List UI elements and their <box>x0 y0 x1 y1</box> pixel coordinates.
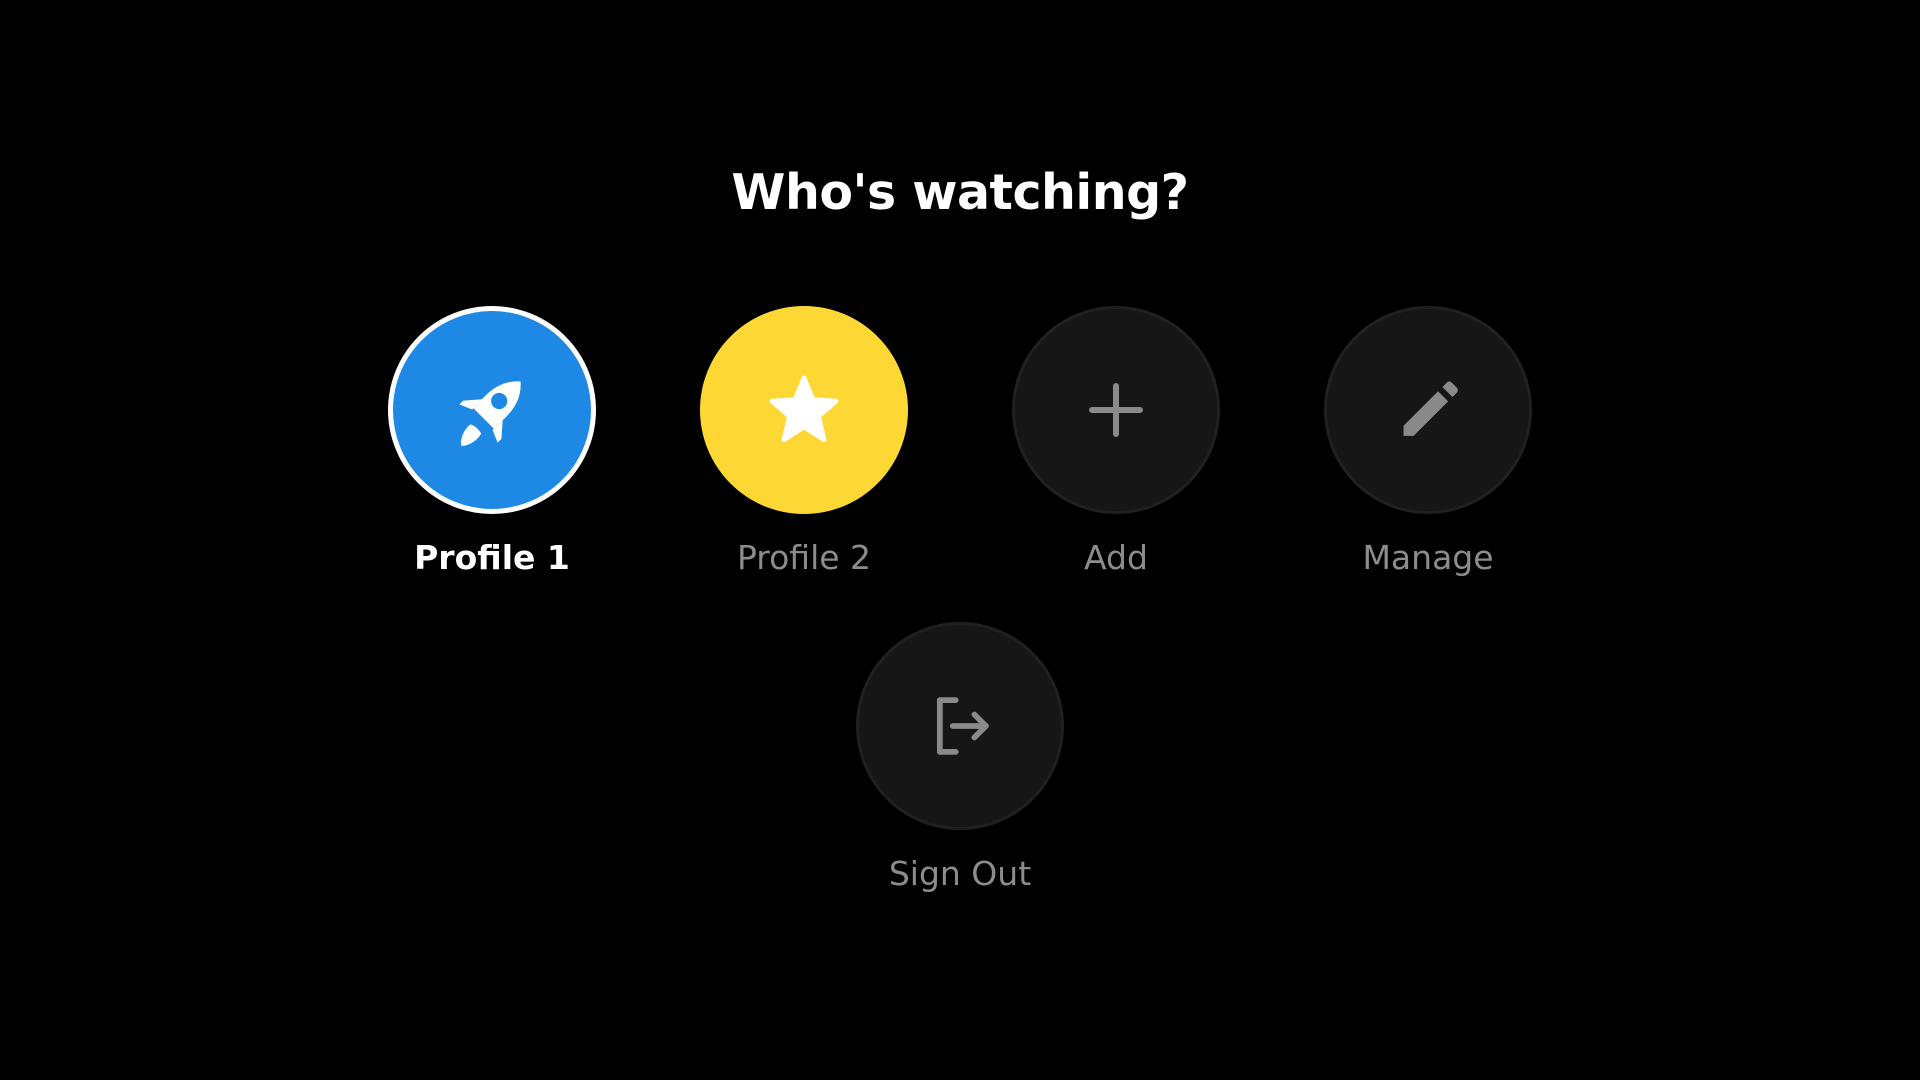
profile-tile-2[interactable]: Profile 2 <box>674 306 934 578</box>
add-label: Add <box>1084 538 1148 577</box>
sign-out-label: Sign Out <box>888 854 1032 893</box>
sign-out-tile[interactable]: Sign Out <box>830 622 1090 894</box>
profile-avatar-1[interactable] <box>388 306 596 514</box>
profile-tile-1[interactable]: Profile 1 <box>362 306 622 578</box>
sign-out-button[interactable] <box>856 622 1064 830</box>
pencil-icon <box>1403 381 1458 436</box>
page-title: Who's watching? <box>731 164 1189 221</box>
profile-label-2: Profile 2 <box>736 538 872 577</box>
rocket-icon <box>459 381 521 446</box>
manage-profiles-tile[interactable]: Manage <box>1298 306 1558 578</box>
profile-label-1: Profile 1 <box>414 538 570 577</box>
add-profile-button[interactable] <box>1012 306 1220 514</box>
logout-icon <box>936 697 989 755</box>
manage-label: Manage <box>1362 538 1494 577</box>
profile-select-screen: Who's watching? Profile 1 Profile 2 Add … <box>0 0 1920 1080</box>
manage-profiles-button[interactable] <box>1324 306 1532 514</box>
add-profile-tile[interactable]: Add <box>986 306 1246 578</box>
profile-avatar-2[interactable] <box>700 306 908 514</box>
plus-icon <box>1089 383 1143 437</box>
star-icon <box>769 375 839 442</box>
